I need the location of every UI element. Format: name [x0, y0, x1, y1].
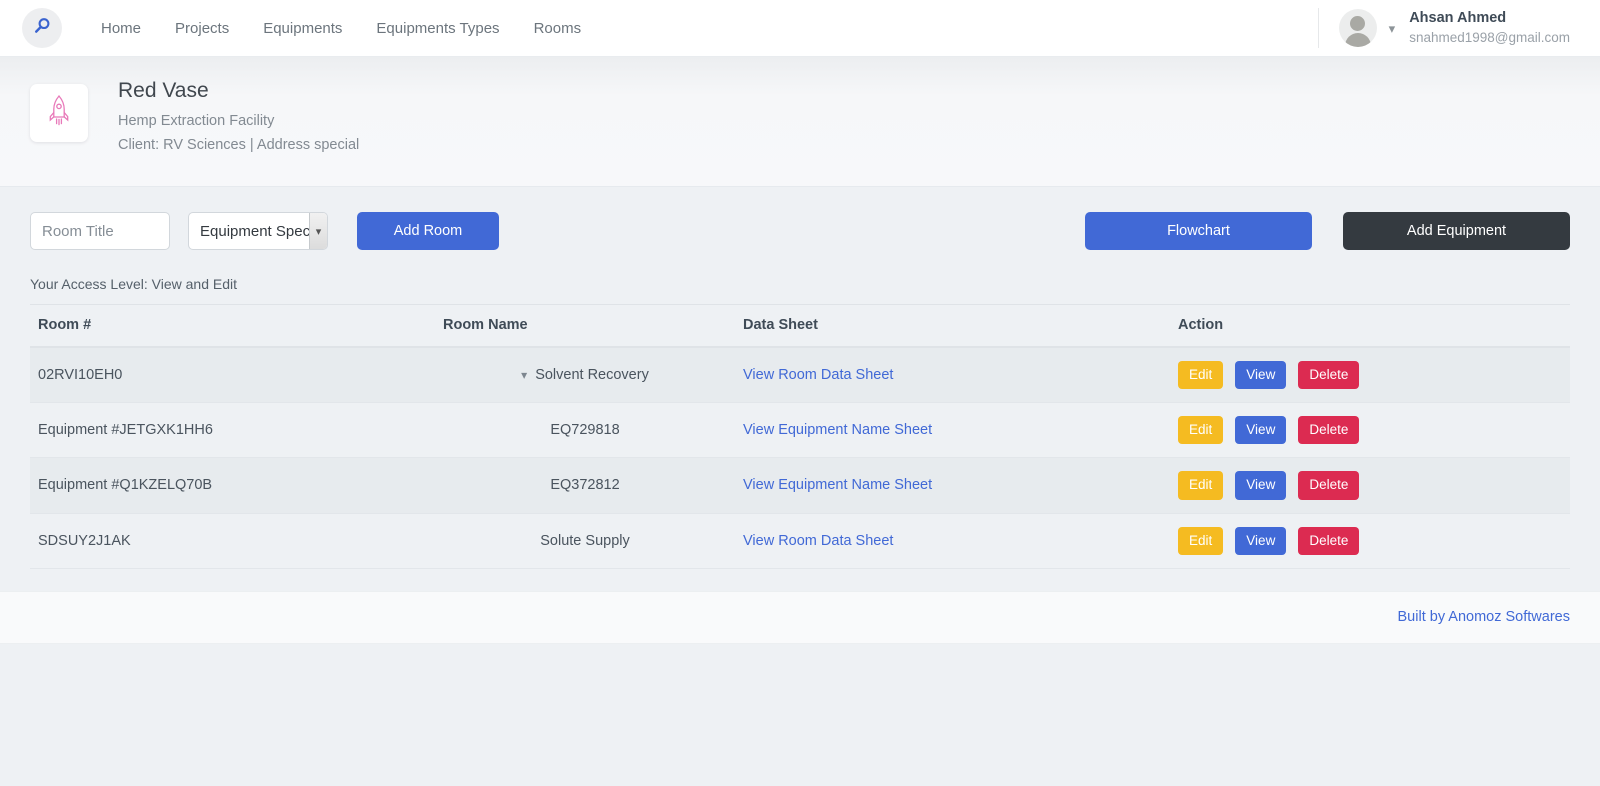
cell-data-sheet: View Equipment Name Sheet [735, 402, 1170, 459]
edit-button[interactable]: Edit [1178, 471, 1224, 500]
rooms-table-body: 02RVI10EH0 ▾ Solvent Recovery View Room … [30, 347, 1570, 569]
nav-link-rooms[interactable]: Rooms [517, 12, 599, 45]
nav-links: Home Projects Equipments Equipments Type… [84, 12, 598, 45]
view-button[interactable]: View [1235, 526, 1287, 555]
rooms-table-head: Room # Room Name Data Sheet Action [30, 304, 1570, 348]
cell-action: Edit View Delete [1170, 402, 1570, 459]
table-row[interactable]: Equipment #Q1KZELQ70B EQ372812 View Equi… [30, 457, 1570, 514]
cell-data-sheet: View Equipment Name Sheet [735, 457, 1170, 514]
nav-link-home[interactable]: Home [84, 12, 158, 45]
flowchart-button[interactable]: Flowchart [1085, 212, 1312, 250]
project-meta: Red Vase Hemp Extraction Facility Client… [118, 79, 359, 157]
data-sheet-link[interactable]: View Room Data Sheet [743, 367, 893, 383]
project-client-line: Client: RV Sciences | Address special [118, 137, 360, 154]
room-name-text: Solvent Recovery [535, 367, 649, 384]
data-sheet-link[interactable]: View Equipment Name Sheet [743, 477, 932, 493]
brand-logo[interactable] [22, 8, 62, 48]
cell-room-name: ▾ Solvent Recovery [435, 347, 735, 404]
footer-credit-link[interactable]: Built by Anomoz Softwares [1398, 609, 1570, 625]
delete-button[interactable]: Delete [1298, 416, 1360, 445]
rooms-table: Room # Room Name Data Sheet Action 02RVI… [30, 304, 1570, 569]
chevron-down-icon[interactable]: ▾ [1389, 22, 1396, 35]
user-info: Ahsan Ahmed snahmed1998@gmail.com [1409, 9, 1570, 47]
delete-button[interactable]: Delete [1298, 361, 1360, 390]
delete-button[interactable]: Delete [1298, 471, 1360, 500]
cell-room-no: Equipment #Q1KZELQ70B [30, 457, 435, 514]
main-content: Equipment Spec ▾ Add Room Flowchart Add … [0, 187, 1600, 569]
cell-room-name: EQ372812 [435, 457, 735, 514]
toolbar: Equipment Spec ▾ Add Room Flowchart Add … [30, 187, 1570, 250]
cell-room-name: Solute Supply [435, 513, 735, 569]
column-header-room-name: Room Name [435, 304, 735, 348]
view-button[interactable]: View [1235, 361, 1287, 390]
column-header-action: Action [1170, 304, 1570, 348]
table-header-row: Room # Room Name Data Sheet Action [30, 304, 1570, 348]
edit-button[interactable]: Edit [1178, 361, 1224, 390]
page-title: Red Vase [118, 79, 209, 102]
nav-link-equipments[interactable]: Equipments [246, 12, 359, 45]
access-level-text: Your Access Level: View and Edit [30, 276, 238, 292]
cell-action: Edit View Delete [1170, 513, 1570, 569]
user-email: snahmed1998@gmail.com [1409, 29, 1570, 45]
table-row[interactable]: SDSUY2J1AK Solute Supply View Room Data … [30, 513, 1570, 569]
add-equipment-button[interactable]: Add Equipment [1343, 212, 1570, 250]
user-menu[interactable]: ▾ Ahsan Ahmed snahmed1998@gmail.com [1317, 8, 1570, 48]
user-name: Ahsan Ahmed [1409, 10, 1507, 27]
table-row[interactable]: Equipment #JETGXK1HH6 EQ729818 View Equi… [30, 402, 1570, 459]
cell-room-name: EQ729818 [435, 402, 735, 459]
project-subtitle: Hemp Extraction Facility [118, 113, 275, 130]
data-sheet-link[interactable]: View Equipment Name Sheet [743, 422, 932, 438]
edit-button[interactable]: Edit [1178, 526, 1224, 555]
data-sheet-link[interactable]: View Room Data Sheet [743, 533, 893, 549]
room-title-input[interactable] [30, 212, 170, 250]
cell-room-no: 02RVI10EH0 [30, 347, 435, 404]
equipment-spec-select[interactable]: Equipment Spec [188, 212, 328, 250]
add-room-button[interactable]: Add Room [357, 212, 499, 250]
view-button[interactable]: View [1235, 416, 1287, 445]
top-navbar: Home Projects Equipments Equipments Type… [0, 0, 1600, 57]
avatar-head [1350, 16, 1366, 31]
chevron-down-icon[interactable]: ▾ [521, 369, 527, 381]
cell-action: Edit View Delete [1170, 457, 1570, 514]
cell-room-no: SDSUY2J1AK [30, 513, 435, 569]
search-icon [32, 16, 52, 41]
cell-data-sheet: View Room Data Sheet [735, 347, 1170, 404]
rocket-icon [44, 94, 74, 133]
nav-link-projects[interactable]: Projects [158, 12, 246, 45]
table-row[interactable]: 02RVI10EH0 ▾ Solvent Recovery View Room … [30, 347, 1570, 404]
avatar-body [1344, 33, 1371, 47]
column-header-data-sheet: Data Sheet [735, 304, 1170, 348]
column-header-room-no: Room # [30, 304, 435, 348]
delete-button[interactable]: Delete [1298, 526, 1360, 555]
equipment-spec-select-wrap: Equipment Spec ▾ [170, 212, 328, 250]
edit-button[interactable]: Edit [1178, 416, 1224, 445]
nav-link-equipments-types[interactable]: Equipments Types [359, 12, 516, 45]
cell-action: Edit View Delete [1170, 347, 1570, 404]
view-button[interactable]: View [1235, 471, 1287, 500]
page-footer: Built by Anomoz Softwares [0, 590, 1600, 644]
cell-room-no: Equipment #JETGXK1HH6 [30, 402, 435, 459]
cell-data-sheet: View Room Data Sheet [735, 513, 1170, 569]
project-icon-tile [30, 84, 88, 142]
project-header: Red Vase Hemp Extraction Facility Client… [0, 57, 1600, 187]
avatar [1338, 9, 1377, 47]
